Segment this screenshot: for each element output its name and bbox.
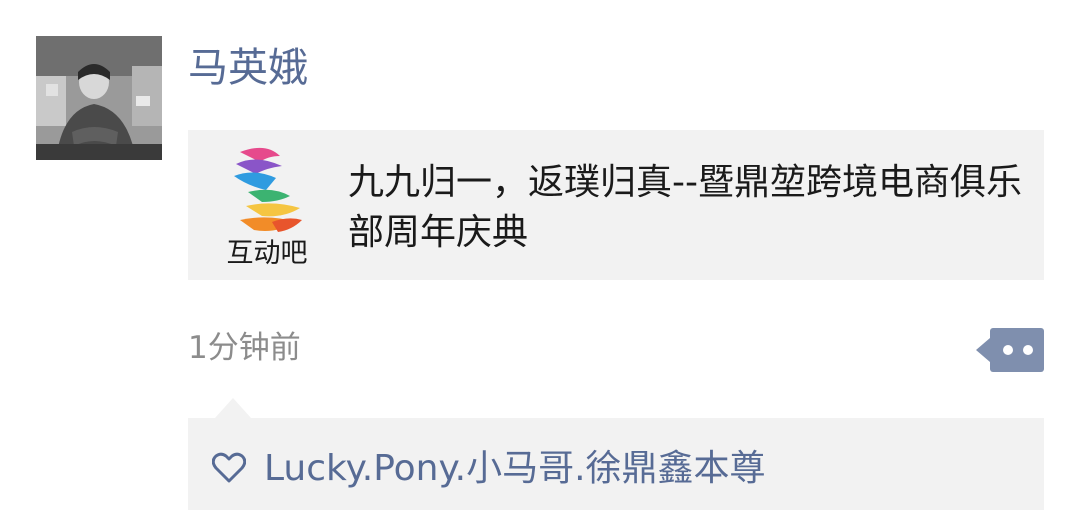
avatar-photo-icon (36, 36, 162, 160)
more-button[interactable] (976, 328, 1044, 372)
heart-icon (212, 452, 246, 483)
link-title: 九九归一，返璞归真--暨鼎堃跨境电商俱乐部周年庆典 (348, 162, 1022, 253)
hudongba-logo-icon (234, 147, 302, 232)
likes-arrow (215, 398, 251, 418)
likes-panel: Lucky.Pony.小马哥.徐鼎鑫本尊 (188, 418, 1044, 510)
likes-names[interactable]: Lucky.Pony.小马哥.徐鼎鑫本尊 (264, 444, 766, 494)
shared-link-card[interactable]: 互动吧 九九归一，返璞归真--暨鼎堃跨境电商俱乐部周年庆典 (188, 130, 1044, 280)
more-dots-icon (976, 328, 1044, 372)
moments-post: 马英娥 互动吧 九九归一，返璞归真--暨鼎堃跨境电商俱乐部周年庆典 1分钟前 L… (0, 0, 1080, 510)
avatar[interactable] (36, 36, 162, 160)
post-timestamp: 1分钟前 (188, 330, 301, 366)
author-name[interactable]: 马英娥 (188, 40, 308, 96)
link-logo: 互动吧 (208, 146, 326, 270)
logo-text: 互动吧 (226, 238, 308, 269)
